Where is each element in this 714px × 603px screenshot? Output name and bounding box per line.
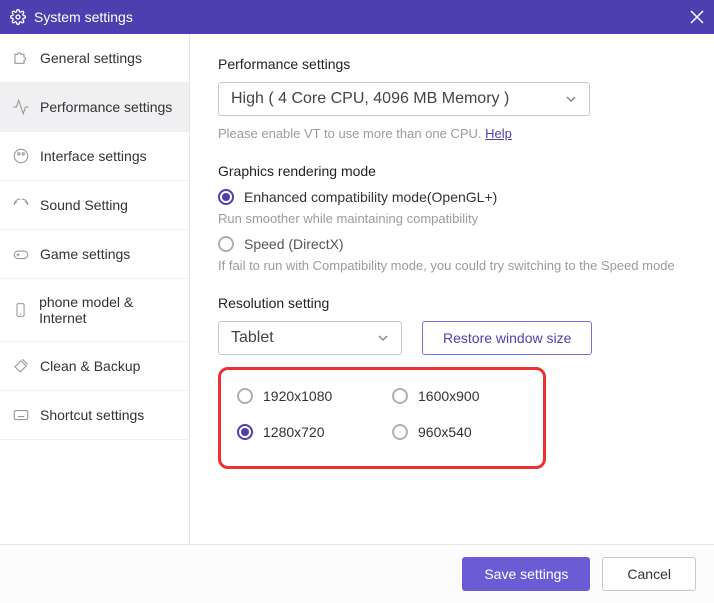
resolution-mode-select[interactable]: Tablet <box>218 321 402 355</box>
radio-label: 960x540 <box>418 424 472 440</box>
resolution-title: Resolution setting <box>218 295 686 311</box>
phone-icon <box>12 301 29 319</box>
radio-directx[interactable]: Speed (DirectX) <box>218 236 686 252</box>
sound-icon <box>12 196 30 214</box>
resolution-options-highlight: 1920x1080 1600x900 1280x720 960x540 <box>218 367 546 469</box>
performance-section: Performance settings High ( 4 Core CPU, … <box>218 56 686 141</box>
directx-hint: If fail to run with Compatibility mode, … <box>218 258 686 273</box>
footer: Save settings Cancel <box>0 544 714 603</box>
performance-title: Performance settings <box>218 56 686 72</box>
sidebar-item-label: Sound Setting <box>40 197 128 213</box>
performance-select[interactable]: High ( 4 Core CPU, 4096 MB Memory ) <box>218 82 590 116</box>
radio-icon <box>392 388 408 404</box>
sidebar-item-shortcut[interactable]: Shortcut settings <box>0 391 189 440</box>
window-title: System settings <box>34 9 690 25</box>
sidebar-item-clean[interactable]: Clean & Backup <box>0 342 189 391</box>
graphics-title: Graphics rendering mode <box>218 163 686 179</box>
save-button[interactable]: Save settings <box>462 557 590 591</box>
radio-960x540[interactable]: 960x540 <box>392 424 527 440</box>
chevron-down-icon <box>565 93 577 105</box>
graphics-section: Graphics rendering mode Enhanced compati… <box>218 163 686 273</box>
titlebar: System settings <box>0 0 714 34</box>
radio-1920x1080[interactable]: 1920x1080 <box>237 388 372 404</box>
radio-label: Speed (DirectX) <box>244 236 344 252</box>
sidebar-item-label: Performance settings <box>40 99 172 115</box>
main-panel: Performance settings High ( 4 Core CPU, … <box>190 34 714 544</box>
sidebar-item-label: General settings <box>40 50 142 66</box>
sidebar-item-label: Shortcut settings <box>40 407 144 423</box>
gamepad-icon <box>12 245 30 263</box>
radio-label: 1920x1080 <box>263 388 332 404</box>
help-link[interactable]: Help <box>485 126 512 141</box>
radio-opengl[interactable]: Enhanced compatibility mode(OpenGL+) <box>218 189 686 205</box>
close-icon[interactable] <box>690 10 704 24</box>
resolution-section: Resolution setting Tablet Restore window… <box>218 295 686 469</box>
sidebar-item-general[interactable]: General settings <box>0 34 189 83</box>
palette-icon <box>12 147 30 165</box>
radio-label: Enhanced compatibility mode(OpenGL+) <box>244 189 497 205</box>
gear-icon <box>10 9 26 25</box>
sidebar-item-game[interactable]: Game settings <box>0 230 189 279</box>
sidebar-item-label: Clean & Backup <box>40 358 140 374</box>
radio-1600x900[interactable]: 1600x900 <box>392 388 527 404</box>
radio-1280x720[interactable]: 1280x720 <box>237 424 372 440</box>
sidebar-item-label: Game settings <box>40 246 130 262</box>
radio-icon <box>392 424 408 440</box>
radio-icon <box>218 189 234 205</box>
radio-icon <box>218 236 234 252</box>
performance-select-value: High ( 4 Core CPU, 4096 MB Memory ) <box>231 90 509 108</box>
sidebar-item-label: phone model & Internet <box>39 294 177 326</box>
radio-icon <box>237 424 253 440</box>
sidebar-item-performance[interactable]: Performance settings <box>0 83 189 132</box>
chevron-down-icon <box>377 332 389 344</box>
puzzle-icon <box>12 49 30 67</box>
radio-icon <box>237 388 253 404</box>
sidebar-item-phone[interactable]: phone model & Internet <box>0 279 189 342</box>
opengl-hint: Run smoother while maintaining compatibi… <box>218 211 686 226</box>
performance-hint: Please enable VT to use more than one CP… <box>218 126 686 141</box>
sidebar-item-interface[interactable]: Interface settings <box>0 132 189 181</box>
restore-window-button[interactable]: Restore window size <box>422 321 592 355</box>
sidebar-item-label: Interface settings <box>40 148 147 164</box>
radio-label: 1600x900 <box>418 388 480 404</box>
broom-icon <box>12 357 30 375</box>
activity-icon <box>12 98 30 116</box>
radio-label: 1280x720 <box>263 424 325 440</box>
cancel-button[interactable]: Cancel <box>602 557 696 591</box>
keyboard-icon <box>12 406 30 424</box>
sidebar-item-sound[interactable]: Sound Setting <box>0 181 189 230</box>
sidebar: General settings Performance settings In… <box>0 34 190 544</box>
resolution-mode-value: Tablet <box>231 329 274 347</box>
